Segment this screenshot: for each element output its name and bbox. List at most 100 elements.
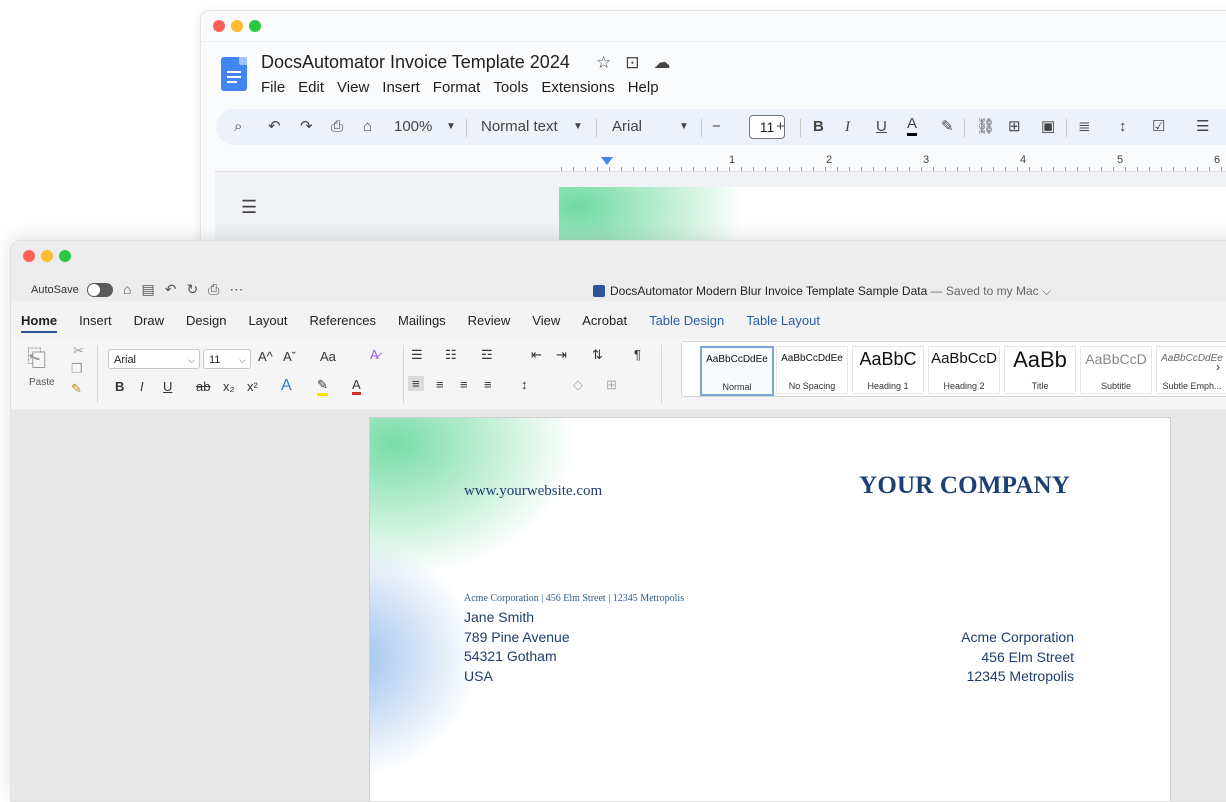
tab-insert[interactable]: Insert: [79, 313, 112, 333]
document-title[interactable]: DocsAutomator Invoice Template 2024: [261, 52, 570, 73]
tab-acrobat[interactable]: Acrobat: [582, 313, 627, 333]
subscript-button[interactable]: x₂: [223, 379, 235, 394]
copy-icon[interactable]: ❐: [71, 361, 83, 377]
underline-button[interactable]: U: [163, 379, 172, 394]
style-heading-2[interactable]: AaBbCcD Heading 2: [928, 346, 1000, 394]
highlight-icon[interactable]: ✎: [317, 377, 328, 396]
bullet-list-icon[interactable]: ☰: [1196, 109, 1209, 145]
maximize-window-button[interactable]: [249, 20, 261, 32]
format-painter-icon[interactable]: ✎: [71, 381, 82, 397]
numbering-icon[interactable]: ☷: [445, 347, 457, 363]
tab-table-design[interactable]: Table Design: [649, 313, 724, 333]
clipboard-icon[interactable]: ⎗: [27, 345, 46, 373]
highlight-icon[interactable]: ✎: [941, 109, 954, 145]
style-title[interactable]: AaBb Title: [1004, 346, 1076, 394]
justify-icon[interactable]: ≡: [484, 377, 492, 392]
outline-icon[interactable]: ☰: [241, 197, 257, 218]
chevron-down-icon[interactable]: ▼: [679, 109, 689, 145]
menu-edit[interactable]: Edit: [298, 79, 324, 96]
multilevel-list-icon[interactable]: ☲: [481, 347, 493, 363]
tab-design[interactable]: Design: [186, 313, 226, 333]
word-document-title[interactable]: DocsAutomator Modern Blur Invoice Templa…: [593, 284, 1051, 299]
print-icon[interactable]: ⎙: [208, 281, 219, 298]
align-icon[interactable]: ≣: [1078, 109, 1091, 145]
decrease-indent-icon[interactable]: ⇤: [531, 347, 542, 363]
show-formatting-button[interactable]: ¶: [634, 347, 641, 362]
font-color-icon[interactable]: A: [352, 377, 361, 395]
save-icon[interactable]: ▤: [141, 281, 154, 298]
close-window-button[interactable]: [213, 20, 225, 32]
clear-formatting-icon[interactable]: A̷: [370, 347, 379, 362]
docs-logo-icon[interactable]: [221, 57, 247, 91]
style-heading-1[interactable]: AaBbC Heading 1: [852, 346, 924, 394]
close-window-button[interactable]: [23, 250, 35, 262]
shading-icon[interactable]: ◇: [573, 377, 583, 393]
tab-draw[interactable]: Draw: [134, 313, 164, 333]
menu-extensions[interactable]: Extensions: [541, 79, 614, 96]
increase-font-size-button[interactable]: +: [776, 109, 785, 145]
undo-icon[interactable]: ↶: [165, 281, 177, 298]
sort-icon[interactable]: ⇅: [592, 347, 603, 363]
maximize-window-button[interactable]: [59, 250, 71, 262]
style-normal[interactable]: AaBbCcDdEe Normal: [700, 346, 774, 396]
align-right-icon[interactable]: ≡: [460, 377, 468, 392]
font-size-select[interactable]: 11 ⌵: [203, 349, 251, 369]
font-select[interactable]: Arial ⌵: [108, 349, 200, 369]
superscript-button[interactable]: x²: [247, 379, 258, 394]
cut-icon[interactable]: ✂: [73, 343, 84, 359]
star-icon[interactable]: ☆: [596, 53, 611, 73]
bold-button[interactable]: B: [813, 109, 824, 145]
line-spacing-icon[interactable]: ↕: [1119, 109, 1127, 145]
chevron-down-icon[interactable]: ▼: [573, 109, 583, 145]
tab-layout[interactable]: Layout: [248, 313, 287, 333]
chevron-right-icon[interactable]: ›: [1216, 360, 1220, 374]
style-subtitle[interactable]: AaBbCcD Subtitle: [1080, 346, 1152, 394]
home-icon[interactable]: ⌂: [123, 281, 131, 298]
align-left-icon[interactable]: ≡: [408, 376, 424, 391]
indent-marker[interactable]: [601, 157, 613, 165]
chevron-down-icon[interactable]: ▼: [446, 109, 456, 145]
print-icon[interactable]: ⎙: [331, 109, 343, 145]
grow-font-button[interactable]: A^: [258, 349, 273, 364]
line-spacing-icon[interactable]: ↕: [521, 377, 528, 392]
bold-button[interactable]: B: [115, 379, 124, 394]
style-no-spacing[interactable]: AaBbCcDdEe No Spacing: [776, 346, 848, 394]
menu-help[interactable]: Help: [628, 79, 659, 96]
menu-view[interactable]: View: [337, 79, 369, 96]
invoice-page[interactable]: www.yourwebsite.com YOUR COMPANY Acme Co…: [369, 417, 1171, 801]
strikethrough-button[interactable]: ab: [196, 379, 210, 394]
text-color-button[interactable]: A: [907, 109, 918, 136]
menu-insert[interactable]: Insert: [382, 79, 420, 96]
font-select[interactable]: Arial: [612, 109, 642, 145]
tab-mailings[interactable]: Mailings: [398, 313, 446, 333]
change-case-button[interactable]: Aa: [320, 349, 336, 364]
minimize-window-button[interactable]: [231, 20, 243, 32]
tab-table-layout[interactable]: Table Layout: [746, 313, 820, 333]
tab-review[interactable]: Review: [468, 313, 511, 333]
menu-tools[interactable]: Tools: [493, 79, 528, 96]
redo-icon[interactable]: ↷: [300, 109, 313, 145]
redo-icon[interactable]: ↻: [186, 281, 198, 298]
folder-move-icon[interactable]: ⊡: [625, 53, 639, 73]
more-icon[interactable]: ⋯: [229, 281, 243, 298]
bullets-icon[interactable]: ☰: [411, 347, 423, 363]
minimize-window-button[interactable]: [41, 250, 53, 262]
paste-button[interactable]: Paste: [29, 377, 55, 388]
borders-icon[interactable]: ⊞: [606, 377, 617, 393]
align-center-icon[interactable]: ≡: [436, 377, 444, 392]
italic-button[interactable]: I: [845, 109, 850, 145]
checklist-icon[interactable]: ☑: [1152, 109, 1165, 145]
paint-format-icon[interactable]: ⌂: [363, 109, 372, 145]
paragraph-style-select[interactable]: Normal text: [481, 109, 558, 145]
menu-format[interactable]: Format: [433, 79, 481, 96]
tab-view[interactable]: View: [532, 313, 560, 333]
autosave-toggle[interactable]: [87, 283, 113, 297]
search-icon[interactable]: ⌕: [234, 109, 242, 145]
tab-references[interactable]: References: [310, 313, 376, 333]
increase-indent-icon[interactable]: ⇥: [556, 347, 567, 363]
text-effects-icon[interactable]: A: [281, 377, 292, 395]
shrink-font-button[interactable]: Aˇ: [283, 349, 296, 364]
undo-icon[interactable]: ↶: [268, 109, 281, 145]
decrease-font-size-button[interactable]: −: [712, 109, 721, 145]
zoom-select[interactable]: 100%: [394, 109, 432, 145]
